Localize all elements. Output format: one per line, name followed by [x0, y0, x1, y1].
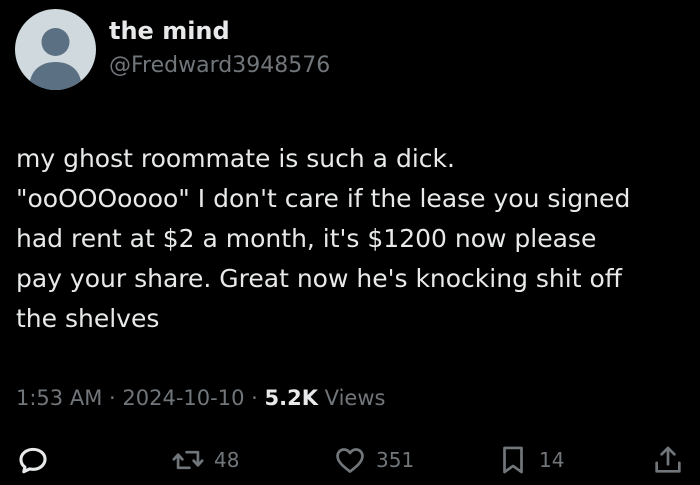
author-display-name[interactable]: the mind [109, 16, 230, 46]
meta-separator: · [251, 386, 258, 410]
views-count: 5.2K [264, 386, 318, 410]
reply-icon [19, 447, 47, 474]
bookmark-icon [503, 446, 523, 474]
tweet-text-line: the shelves [16, 304, 160, 333]
tweet-date[interactable]: 2024-10-10 [122, 386, 244, 410]
retweet-count: 48 [214, 448, 240, 472]
bookmark-button[interactable]: 14 [496, 440, 564, 480]
tweet-text-line: "ooOOOoooo" I don't care if the lease yo… [16, 184, 631, 213]
author-handle[interactable]: @Fredward3948576 [109, 51, 330, 81]
tweet-text: my ghost roommate is such a dick. "ooOOO… [16, 139, 686, 339]
action-bar: 48 351 14 [0, 440, 700, 480]
share-button[interactable] [651, 440, 685, 480]
tweet-time[interactable]: 1:53 AM [16, 386, 102, 410]
like-count: 351 [376, 448, 415, 472]
views-label: Views [324, 386, 386, 410]
tweet-text-line: my ghost roommate is such a dick. [16, 144, 455, 173]
avatar[interactable] [15, 9, 96, 90]
tweet-text-line: had rent at $2 a month, it's $1200 now p… [16, 224, 597, 253]
tweet-meta: 1:53 AM · 2024-10-10 · 5.2K Views [16, 382, 385, 414]
share-icon [655, 446, 681, 473]
reply-button[interactable] [16, 440, 50, 480]
meta-separator: · [109, 386, 116, 410]
tweet-card: the mind @Fredward3948576 my ghost roomm… [0, 0, 700, 485]
retweet-button[interactable]: 48 [171, 440, 239, 480]
default-avatar-icon [29, 28, 82, 90]
tweet-text-line: pay your share. Great now he's knocking … [16, 264, 622, 293]
like-button[interactable]: 351 [333, 440, 414, 480]
retweet-icon [172, 450, 204, 470]
heart-icon [336, 448, 364, 473]
bookmark-count: 14 [539, 448, 565, 472]
